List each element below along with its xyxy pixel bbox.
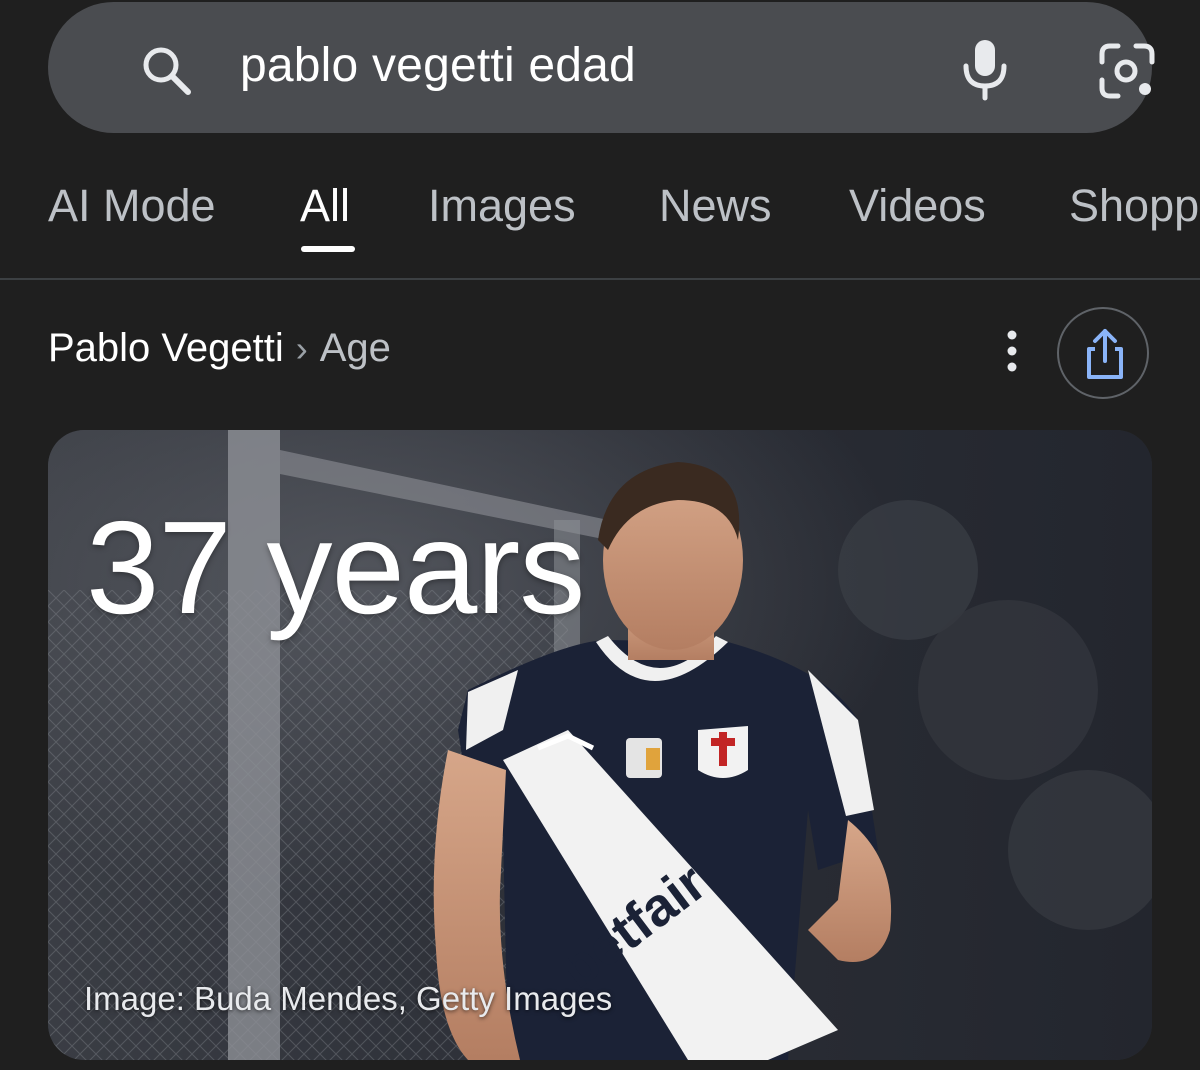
breadcrumb: Pablo Vegetti › Age [48, 326, 391, 371]
search-input[interactable]: pablo vegetti edad [240, 38, 636, 93]
share-button[interactable] [1057, 307, 1149, 399]
image-credit: Image: Buda Mendes, Getty Images [84, 980, 613, 1017]
breadcrumb-separator: › [295, 327, 308, 369]
share-icon [1087, 329, 1123, 379]
search-icon [143, 47, 191, 95]
more-options-icon[interactable] [996, 326, 1028, 376]
tab-shopping[interactable]: Shopp [1069, 180, 1199, 232]
tab-videos[interactable]: Videos [849, 180, 986, 232]
tab-ai-mode[interactable]: AI Mode [48, 180, 216, 232]
breadcrumb-entity[interactable]: Pablo Vegetti [48, 326, 284, 371]
search-results-page: pablo vegetti edad AI Mode All Images Ne… [0, 0, 1200, 1070]
mic-icon[interactable] [956, 36, 1014, 102]
search-tabs: AI Mode All Images News Videos Shopp [0, 150, 1200, 280]
tab-images[interactable]: Images [428, 180, 576, 232]
search-bar[interactable]: pablo vegetti edad [48, 2, 1155, 133]
jersey-sponsor-label: betfair [568, 860, 717, 1000]
breadcrumb-attribute: Age [319, 326, 391, 370]
lens-icon[interactable] [1096, 40, 1158, 102]
age-value: 37 years [86, 494, 585, 641]
active-tab-indicator [301, 246, 355, 252]
age-answer-card[interactable]: 37 years betfair Image: Buda Mendes, Get… [48, 430, 1152, 1060]
tab-all[interactable]: All [300, 180, 350, 232]
tab-news[interactable]: News [659, 180, 772, 232]
